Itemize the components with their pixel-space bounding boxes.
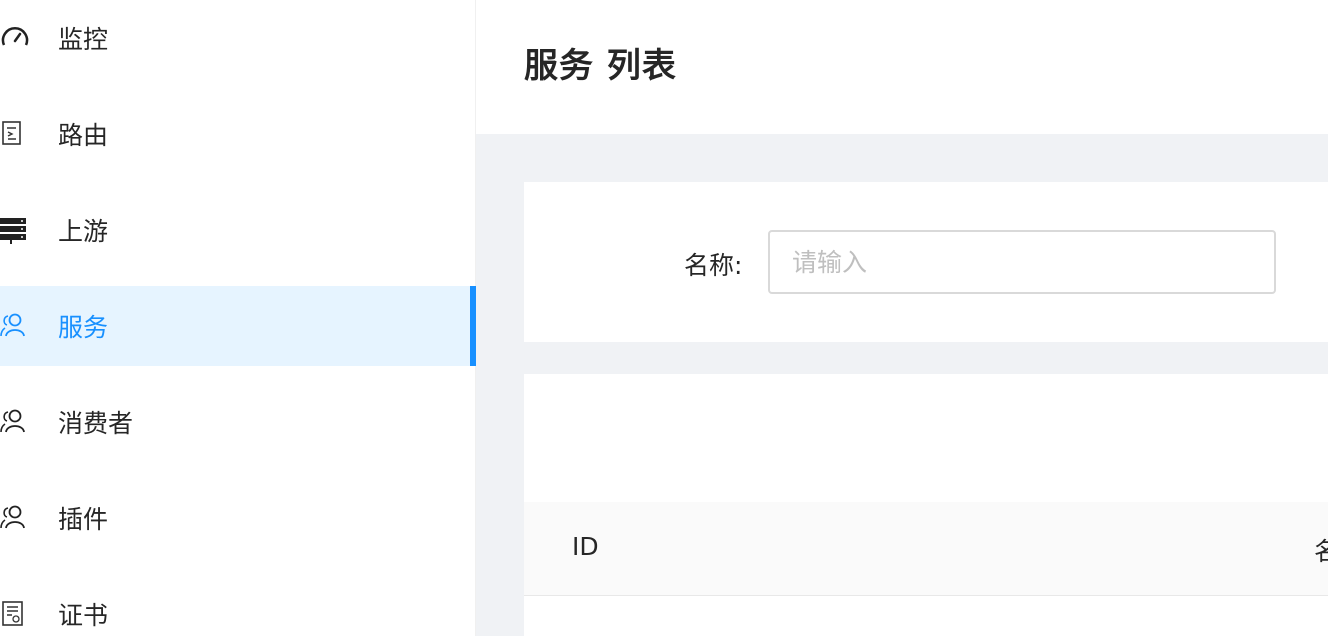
search-form: 名称: [524, 182, 1328, 342]
name-field-label: 名称: [684, 251, 743, 280]
sidebar-item-label: 上游 [58, 217, 109, 246]
page-header: 服务 列表 [476, 0, 1328, 134]
sidebar-item-label: 路由 [58, 121, 109, 150]
dashboard-gauge-icon [0, 23, 30, 53]
services-table: ID 名 [524, 374, 1328, 636]
sidebar-item-label: 插件 [58, 505, 109, 534]
sidebar-item-certificates[interactable]: 证书 [0, 574, 476, 636]
sidebar-item-plugins[interactable]: 插件 [0, 478, 476, 558]
sidebar-item-label: 监控 [58, 25, 109, 54]
page-title: 服务 列表 [524, 46, 677, 86]
sidebar-item-upstream[interactable]: 上游 [0, 190, 476, 270]
sidebar-item-label: 消费者 [58, 409, 134, 438]
sidebar-item-routes[interactable]: 路由 [0, 94, 476, 174]
app-root: 监控 路由 上游 服务 消费者 插件 证书 服务 列表 名称: 请输入 ID 名 [0, 0, 1328, 636]
sidebar-item-services[interactable]: 服务 [0, 286, 476, 366]
certificate-icon [0, 599, 30, 629]
sidebar-item-label: 证书 [58, 601, 109, 630]
column-header-id[interactable]: ID [572, 532, 599, 561]
column-header-name[interactable]: 名 [1314, 532, 1328, 568]
server-stack-icon [0, 215, 30, 245]
sidebar-menu: 监控 路由 上游 服务 消费者 插件 证书 [0, 0, 476, 636]
sidebar-item-consumers[interactable]: 消费者 [0, 382, 476, 462]
users-icon [0, 311, 30, 341]
sidebar-item-monitor[interactable]: 监控 [0, 0, 476, 78]
sidebar-item-label: 服务 [58, 313, 109, 342]
name-search-input[interactable] [768, 230, 1276, 294]
table-header-row: ID 名 [524, 502, 1328, 596]
route-document-icon [0, 119, 30, 149]
users-icon [0, 407, 30, 437]
main-content: 服务 列表 名称: ID 名 [476, 0, 1328, 636]
users-icon [0, 503, 30, 533]
